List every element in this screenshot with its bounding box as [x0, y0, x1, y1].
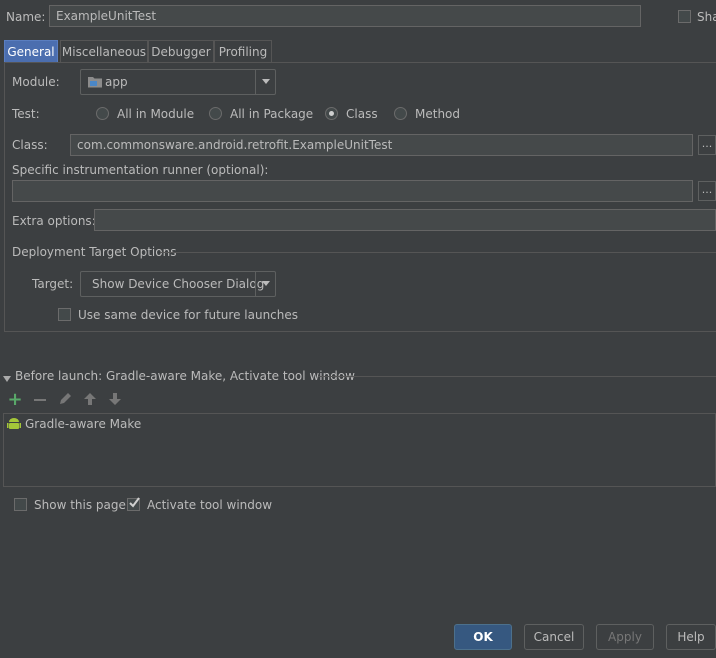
cancel-button[interactable]: Cancel — [524, 624, 584, 650]
target-value: Show Device Chooser Dialog — [92, 277, 265, 291]
activate-tool-window-checkbox[interactable] — [127, 497, 140, 511]
radio-class[interactable] — [325, 107, 338, 120]
target-label: Target: — [32, 277, 74, 291]
test-label: Test: — [12, 107, 40, 121]
ok-button[interactable]: OK — [454, 624, 512, 650]
class-label: Class: — [12, 138, 48, 152]
dropdown-arrow-icon[interactable] — [255, 70, 275, 94]
tab-miscellaneous[interactable]: Miscellaneous — [60, 40, 148, 62]
android-icon — [7, 416, 21, 434]
class-input[interactable]: com.commonsware.android.retrofit.Example… — [70, 134, 693, 156]
runner-input[interactable] — [12, 180, 693, 202]
edit-icon[interactable] — [57, 392, 73, 408]
before-launch-item-label: Gradle-aware Make — [25, 417, 142, 431]
tab-profiling[interactable]: Profiling — [214, 40, 272, 62]
share-checkbox[interactable] — [678, 10, 691, 23]
module-dropdown[interactable]: app — [80, 69, 276, 95]
share-label: Sha — [697, 10, 716, 24]
radio-all-in-package-label[interactable]: All in Package — [230, 106, 313, 122]
show-page-label[interactable]: Show this page — [34, 497, 126, 513]
radio-all-in-package[interactable] — [209, 107, 222, 120]
runner-browse-button[interactable]: ... — [698, 181, 716, 201]
deployment-divider — [160, 252, 716, 253]
same-device-checkbox[interactable] — [58, 308, 71, 321]
show-page-checkbox[interactable] — [14, 498, 27, 511]
radio-class-label[interactable]: Class — [346, 106, 378, 122]
class-browse-button[interactable]: ... — [698, 135, 716, 155]
before-launch-divider — [318, 376, 716, 377]
folder-module-icon — [87, 75, 103, 92]
deployment-section-title: Deployment Target Options — [12, 245, 177, 259]
tab-debugger[interactable]: Debugger — [148, 40, 214, 62]
module-value: app — [105, 75, 128, 89]
extra-options-input[interactable] — [94, 209, 716, 231]
add-icon[interactable]: + — [7, 391, 23, 409]
help-button[interactable]: Help — [666, 624, 716, 650]
same-device-label[interactable]: Use same device for future launches — [78, 307, 298, 323]
move-down-icon[interactable] — [107, 392, 123, 408]
remove-icon[interactable] — [32, 392, 48, 408]
check-icon — [129, 497, 140, 508]
radio-all-in-module-label[interactable]: All in Module — [117, 106, 194, 122]
move-up-icon[interactable] — [82, 392, 98, 408]
radio-method[interactable] — [394, 107, 407, 120]
name-label: Name: — [6, 10, 46, 24]
activate-tool-window-label[interactable]: Activate tool window — [147, 497, 272, 513]
radio-method-label[interactable]: Method — [415, 106, 460, 122]
dropdown-arrow-icon[interactable] — [255, 272, 275, 296]
apply-button[interactable]: Apply — [596, 624, 654, 650]
radio-all-in-module[interactable] — [96, 107, 109, 120]
collapse-triangle-icon[interactable] — [3, 372, 11, 386]
name-input[interactable]: ExampleUnitTest — [49, 5, 641, 27]
list-item[interactable]: Gradle-aware Make — [4, 414, 715, 434]
module-label: Module: — [12, 75, 60, 89]
before-launch-list: Gradle-aware Make — [3, 413, 716, 487]
extra-options-label: Extra options: — [12, 214, 96, 228]
runner-label: Specific instrumentation runner (optiona… — [12, 163, 269, 177]
before-launch-title: Before launch: Gradle-aware Make, Activa… — [15, 369, 355, 383]
tab-general[interactable]: General — [4, 40, 58, 62]
target-dropdown[interactable]: Show Device Chooser Dialog — [80, 271, 276, 297]
